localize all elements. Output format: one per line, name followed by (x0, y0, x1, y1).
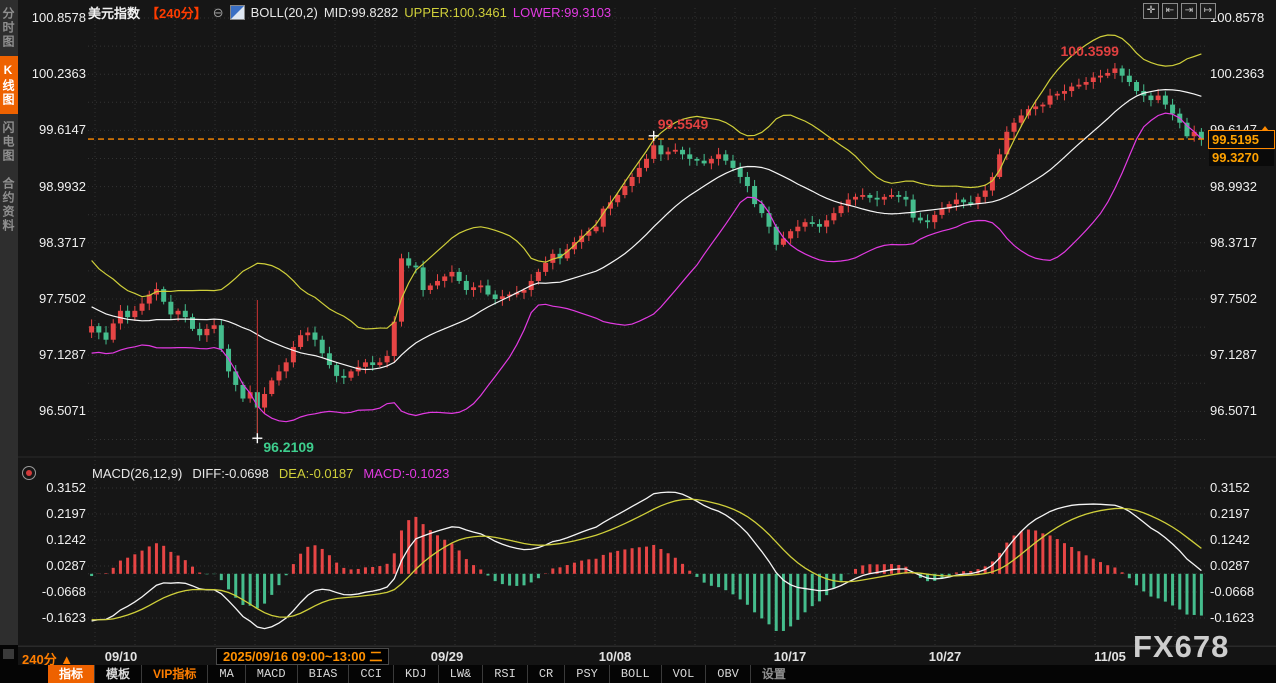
right-axis-label: 96.5071 (1210, 403, 1272, 418)
boll-upper-value: UPPER:100.3461 (404, 5, 507, 20)
chart-nav-buttons: ✛⇤⇥↦ (1143, 3, 1216, 19)
toolbar-item-bias[interactable]: BIAS (298, 665, 350, 683)
indicator-toolbar: 指标模板VIP指标MAMACDBIASCCIKDJLW&RSICRPSYBOLL… (0, 665, 1276, 683)
fx678-watermark: FX678 (1133, 629, 1229, 665)
date-label: 11/05 (1094, 649, 1126, 664)
chart-type-sidebar: 分时图K线图闪电图合约资料 (0, 0, 18, 645)
collapse-icon[interactable]: ⊖ (213, 5, 224, 21)
toolbar-item-ma[interactable]: MA (208, 665, 245, 683)
secondary-price-tag: 99.3270 (1209, 150, 1274, 166)
left-axis-label: 98.3717 (24, 235, 86, 250)
right-axis-label: 0.3152 (1210, 480, 1272, 495)
toolbar-item-obv[interactable]: OBV (706, 665, 751, 683)
right-axis-label: -0.0668 (1210, 584, 1272, 599)
macd-dea-value: DEA:-0.0187 (279, 466, 353, 481)
right-axis-label: 100.2363 (1210, 66, 1272, 81)
right-axis-label: 0.1242 (1210, 532, 1272, 547)
boll-label: BOLL(20,2) (251, 5, 318, 20)
annotation-high-label: 99.5549 (658, 116, 709, 132)
annotation-low-label: 96.2109 (263, 439, 314, 455)
left-axis-label: 0.3152 (24, 480, 86, 495)
annotation-high-label: 100.3599 (1061, 43, 1120, 59)
price-macd-chart[interactable]: 96.2109 99.5549 100.3599 (0, 0, 1276, 683)
toolbar-item-psy[interactable]: PSY (565, 665, 610, 683)
toolbar-item-cci[interactable]: CCI (349, 665, 394, 683)
time-axis: 240分 ▲ 2025/09/16 09:00~13:00 二 09/1009/… (0, 646, 1276, 666)
toolbar-item-kdj[interactable]: KDJ (394, 665, 439, 683)
toolbar-item-[interactable]: 指标 (48, 665, 95, 683)
chart-header: 美元指数 【240分】 ⊖ BOLL(20,2) MID:99.8282 UPP… (88, 3, 611, 22)
sidebar-item-4[interactable]: 合约资料 (0, 170, 18, 240)
pan-icon[interactable]: ✛ (1143, 3, 1159, 19)
indicator-target-icon[interactable] (22, 466, 36, 480)
left-axis-label: 97.7502 (24, 291, 86, 306)
left-axis-label: -0.1623 (24, 610, 86, 625)
toolbar-item-[interactable]: 设置 (751, 665, 797, 683)
left-axis-label: 98.9932 (24, 179, 86, 194)
left-axis-label: 97.1287 (24, 347, 86, 362)
boll-mid-value: MID:99.8282 (324, 5, 398, 20)
panel-collapse-handle[interactable] (3, 649, 14, 659)
left-axis-label: 96.5071 (24, 403, 86, 418)
left-axis-label: 0.2197 (24, 506, 86, 521)
period-label[interactable]: 【240分】 (146, 3, 207, 22)
toolbar-item-boll[interactable]: BOLL (610, 665, 662, 683)
toolbar-item-cr[interactable]: CR (528, 665, 565, 683)
zoom-range-left-icon[interactable]: ⇤ (1162, 3, 1178, 19)
right-axis-label: -0.1623 (1210, 610, 1272, 625)
right-axis-label: 0.2197 (1210, 506, 1272, 521)
date-label: 10/08 (599, 649, 632, 664)
date-label: 09/29 (431, 649, 464, 664)
left-axis-label: -0.0668 (24, 584, 86, 599)
left-axis-label: 99.6147 (24, 122, 86, 137)
boll-lower-value: LOWER:99.3103 (513, 5, 611, 20)
macd-header: MACD(26,12,9) DIFF:-0.0698 DEA:-0.0187 M… (92, 466, 449, 481)
crosshair-time-tooltip: 2025/09/16 09:00~13:00 二 (216, 648, 389, 665)
sidebar-item-3[interactable]: 闪电图 (0, 114, 18, 170)
macd-macd-value: MACD:-0.1023 (363, 466, 449, 481)
sidebar-item-2[interactable]: K线图 (0, 56, 18, 114)
trading-app-window: 96.2109 99.5549 100.3599 分时图K线图闪电图合约资料 美元指… (0, 0, 1276, 683)
left-axis-label: 100.8578 (24, 10, 86, 25)
right-axis-label: 0.0287 (1210, 558, 1272, 573)
toolbar-item-vip[interactable]: VIP指标 (142, 665, 208, 683)
current-price-tag: 99.5195 (1208, 130, 1275, 149)
toolbar-item-rsi[interactable]: RSI (483, 665, 528, 683)
macd-diff-value: DIFF:-0.0698 (192, 466, 269, 481)
date-label: 09/10 (105, 649, 138, 664)
left-axis-label: 0.0287 (24, 558, 86, 573)
right-axis-label: 97.1287 (1210, 347, 1272, 362)
toolbar-item-macd[interactable]: MACD (246, 665, 298, 683)
sidebar-item-1[interactable]: 分时图 (0, 0, 18, 56)
symbol-name: 美元指数 (88, 3, 140, 22)
left-axis-label: 0.1242 (24, 532, 86, 547)
right-axis-label: 98.3717 (1210, 235, 1272, 250)
boll-indicator-icon[interactable] (230, 5, 245, 20)
toolbar-item-lw[interactable]: LW& (439, 665, 484, 683)
macd-label: MACD(26,12,9) (92, 466, 182, 481)
right-axis-label: 97.7502 (1210, 291, 1272, 306)
right-axis-label: 100.8578 (1210, 10, 1272, 25)
date-label: 10/27 (929, 649, 962, 664)
right-axis-label: 98.9932 (1210, 179, 1272, 194)
zoom-range-right-icon[interactable]: ⇥ (1181, 3, 1197, 19)
left-axis-label: 100.2363 (24, 66, 86, 81)
toolbar-item-[interactable]: 模板 (95, 665, 142, 683)
toolbar-item-vol[interactable]: VOL (662, 665, 707, 683)
date-label: 10/17 (774, 649, 807, 664)
shift-right-icon[interactable]: ↦ (1200, 3, 1216, 19)
